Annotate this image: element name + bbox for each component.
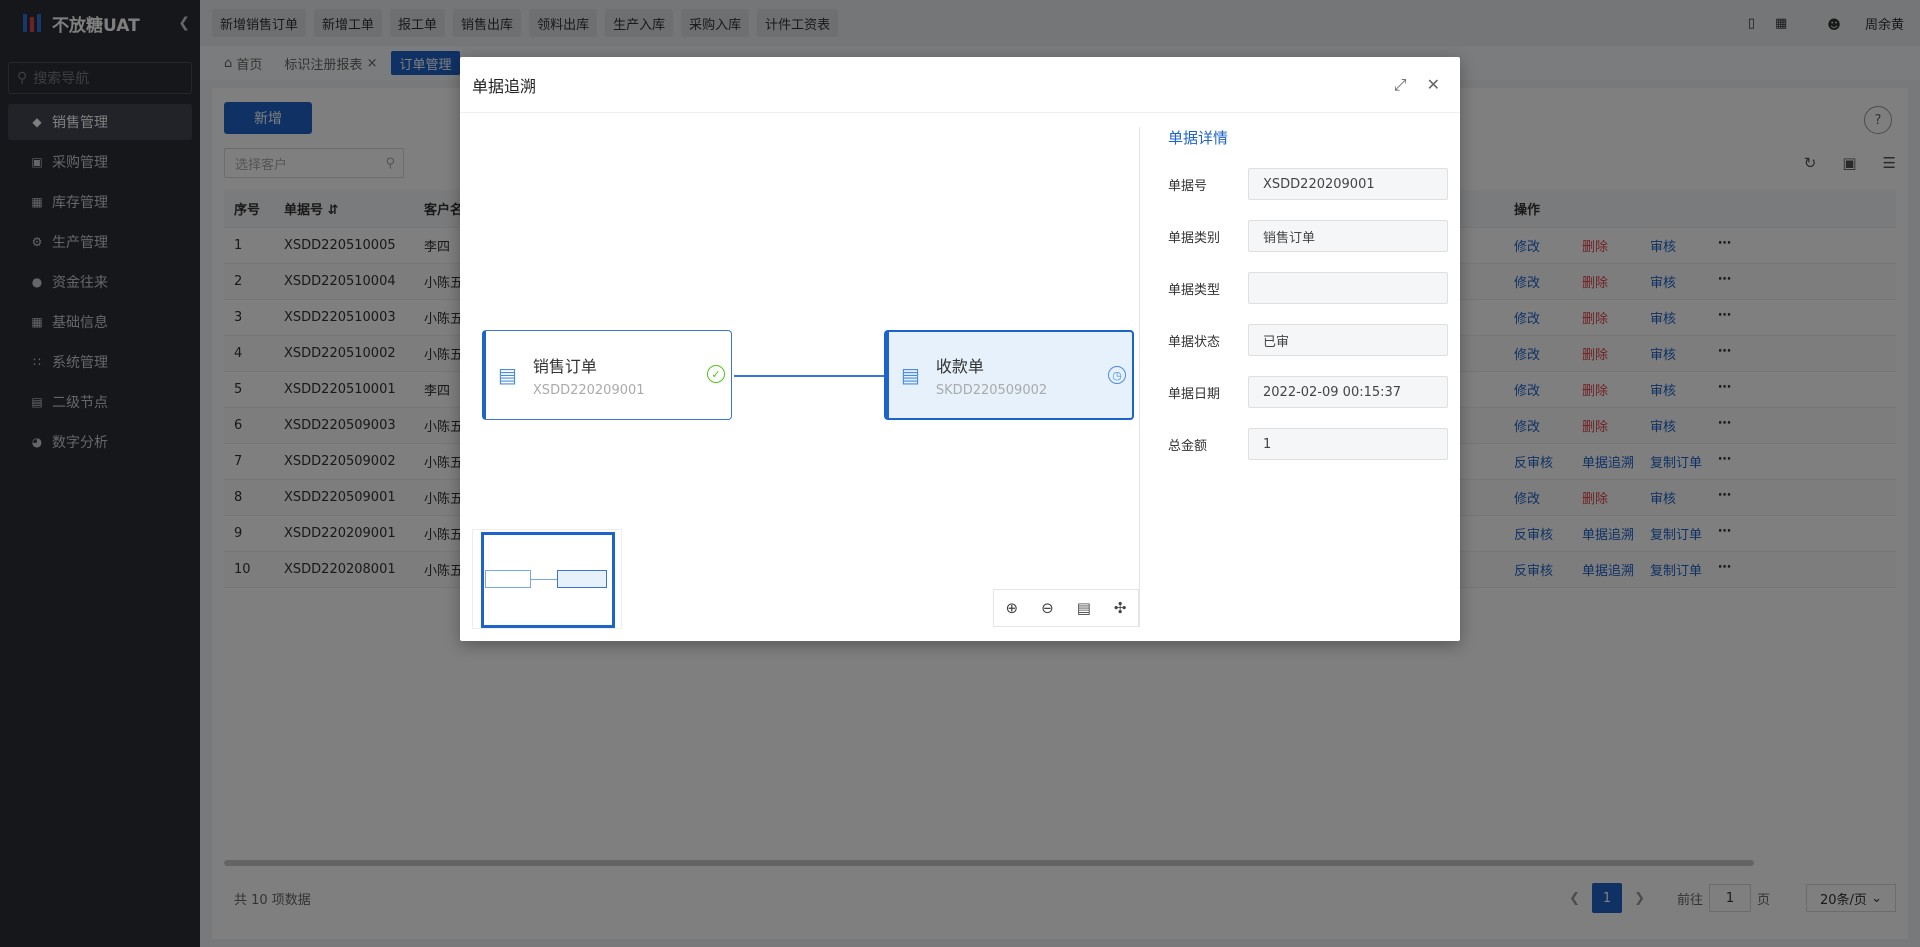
node-text: 销售订单 XSDD220209001 [533, 353, 645, 398]
detail-label: 总金额 [1168, 438, 1208, 454]
trace-modal: 单据追溯 ⤢ ✕ ▤ 销售订单 XSDD220209001 ✓ ▤ 收款单 SK… [460, 57, 1460, 641]
document-icon: ▤ [901, 363, 920, 387]
zoom-in-icon[interactable]: ⊕ [1006, 599, 1019, 617]
fit-view-icon[interactable]: ✣ [1114, 599, 1127, 617]
detail-title: 单据详情 [1168, 129, 1229, 147]
graph-node-receipt[interactable]: ▤ 收款单 SKDD220509002 ◷ [884, 330, 1134, 420]
zoom-toolbar: ⊕ ⊖ ▤ ✣ [993, 589, 1139, 627]
maximize-icon[interactable]: ⤢ [1394, 75, 1407, 95]
detail-label: 单据类型 [1168, 282, 1221, 298]
minimap-edge [531, 579, 557, 580]
modal-title: 单据追溯 [472, 76, 537, 96]
clock-icon: ◷ [1108, 366, 1126, 384]
document-detail-panel: 单据详情 单据号 XSDD220209001 单据类别 销售订单 单据类型 单据状态… [1168, 127, 1448, 470]
detail-label: 单据日期 [1168, 386, 1221, 402]
detail-value-field [1248, 272, 1448, 304]
detail-label: 单据号 [1168, 178, 1208, 194]
node-code: XSDD220209001 [532, 382, 645, 398]
graph-node-sales-order[interactable]: ▤ 销售订单 XSDD220209001 ✓ [482, 330, 732, 420]
detail-row: 单据状态 已审 [1168, 314, 1448, 366]
check-circle-icon: ✓ [707, 365, 725, 383]
modal-header: 单据追溯 ⤢ ✕ [460, 57, 1460, 113]
node-name: 收款单 [935, 356, 984, 376]
detail-row: 总金额 1 [1168, 418, 1448, 470]
zoom-out-icon[interactable]: ⊖ [1041, 599, 1054, 617]
detail-label: 单据状态 [1168, 334, 1221, 350]
trace-graph-canvas[interactable]: ▤ 销售订单 XSDD220209001 ✓ ▤ 收款单 SKDD2205090… [472, 127, 1140, 629]
close-icon[interactable]: ✕ [1427, 75, 1440, 94]
minimap-node [485, 570, 531, 588]
node-code: SKDD220509002 [935, 382, 1048, 398]
detail-value-field: 2022-02-09 00:15:37 [1248, 376, 1448, 408]
detail-value-field: 已审 [1248, 324, 1448, 356]
detail-row: 单据类型 [1168, 262, 1448, 314]
detail-label: 单据类别 [1168, 230, 1221, 246]
graph-minimap[interactable] [472, 529, 622, 629]
document-icon: ▤ [498, 363, 517, 387]
node-text: 收款单 SKDD220509002 [936, 353, 1047, 398]
fit-page-icon[interactable]: ▤ [1077, 599, 1091, 617]
graph-edge [734, 375, 884, 377]
detail-value-field: 销售订单 [1248, 220, 1448, 252]
detail-row: 单据日期 2022-02-09 00:15:37 [1168, 366, 1448, 418]
minimap-node [557, 570, 607, 588]
detail-value-field: 1 [1248, 428, 1448, 460]
detail-row: 单据类别 销售订单 [1168, 210, 1448, 262]
modal-header-icons: ⤢ ✕ [1374, 75, 1440, 95]
detail-row: 单据号 XSDD220209001 [1168, 158, 1448, 210]
node-name: 销售订单 [532, 356, 597, 376]
detail-value-field: XSDD220209001 [1248, 168, 1448, 200]
